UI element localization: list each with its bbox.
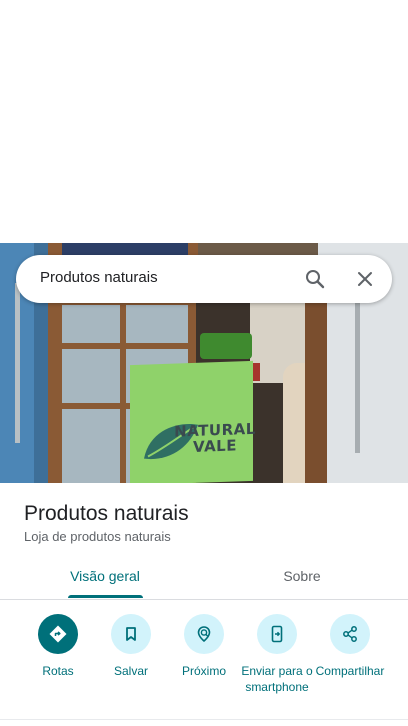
share-icon-circle[interactable] bbox=[330, 614, 370, 654]
photo-plants bbox=[200, 333, 252, 359]
search-icon[interactable] bbox=[303, 267, 327, 291]
send-to-phone-label: Enviar para o smartphone bbox=[241, 664, 313, 694]
save-button[interactable]: Salvar bbox=[93, 614, 169, 679]
directions-icon-circle[interactable] bbox=[38, 614, 78, 654]
place-category: Loja de produtos naturais bbox=[24, 529, 171, 544]
directions-icon bbox=[49, 625, 67, 643]
store-sign-text: NATURAL VALE bbox=[174, 419, 256, 456]
directions-label: Rotas bbox=[42, 664, 74, 678]
active-tab-indicator bbox=[68, 595, 143, 598]
share-label: Compartilhar bbox=[315, 664, 385, 678]
tab-overview[interactable]: Visão geral bbox=[35, 558, 175, 600]
nearby-icon bbox=[197, 626, 211, 643]
divider bbox=[0, 719, 408, 720]
photo-pipe bbox=[15, 283, 20, 443]
tab-about[interactable]: Sobre bbox=[232, 558, 372, 600]
nearby-icon-circle[interactable] bbox=[184, 614, 224, 654]
search-input[interactable]: Produtos naturais bbox=[40, 269, 158, 286]
photo-door-mid bbox=[120, 305, 126, 483]
share-button[interactable]: Compartilhar bbox=[312, 614, 388, 679]
nearby-label: Próximo bbox=[181, 664, 226, 678]
bookmark-icon bbox=[126, 627, 136, 641]
save-icon-circle[interactable] bbox=[111, 614, 151, 654]
store-sign: NATURAL VALE bbox=[130, 360, 256, 483]
nearby-button[interactable]: Próximo bbox=[166, 614, 242, 679]
send-to-phone-icon bbox=[271, 625, 283, 643]
send-to-phone-icon-circle[interactable] bbox=[257, 614, 297, 654]
send-to-phone-button[interactable]: Enviar para o smartphone bbox=[239, 614, 315, 695]
save-label: Salvar bbox=[113, 664, 148, 678]
directions-button[interactable]: Rotas bbox=[20, 614, 96, 679]
place-title: Produtos naturais bbox=[24, 502, 189, 525]
share-icon bbox=[343, 626, 357, 642]
search-bar[interactable]: Produtos naturais bbox=[16, 255, 392, 303]
photo-door-right bbox=[305, 303, 327, 483]
tab-bar: Visão geral Sobre bbox=[0, 558, 408, 600]
map-blank-area bbox=[0, 0, 408, 243]
close-icon[interactable] bbox=[353, 267, 377, 291]
